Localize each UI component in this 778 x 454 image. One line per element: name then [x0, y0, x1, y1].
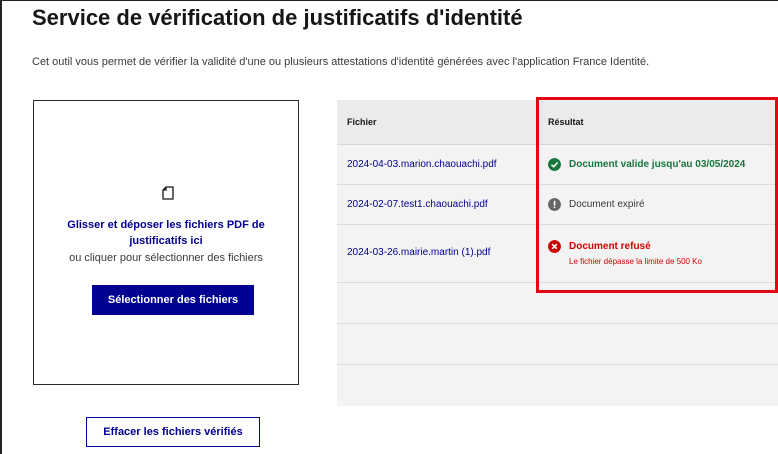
check-circle-icon	[548, 158, 561, 171]
table-header: Fichier Résultat	[337, 100, 778, 145]
clear-verified-files-button[interactable]: Effacer les fichiers vérifiés	[86, 417, 260, 447]
result-cell: Document expiré	[548, 198, 645, 211]
file-dropzone[interactable]: Glisser et déposer les fichiers PDF de j…	[33, 100, 299, 385]
result-detail: Le fichier dépasse la limite de 500 Ko	[569, 257, 702, 266]
table-row: 2024-03-26.mairie.martin (1).pdf Documen…	[337, 225, 778, 283]
select-files-button[interactable]: Sélectionner des fichiers	[92, 285, 254, 315]
result-text: Document valide jusqu'au 03/05/2024	[569, 159, 746, 170]
file-name: 2024-02-07.test1.chaouachi.pdf	[347, 199, 488, 210]
results-table: Fichier Résultat 2024-04-03.marion.chaou…	[337, 100, 778, 406]
result-text: Document refusé	[569, 241, 651, 252]
table-row-empty	[337, 283, 778, 324]
result-cell: Document valide jusqu'au 03/05/2024	[548, 158, 745, 171]
table-row: 2024-04-03.marion.chaouachi.pdf Document…	[337, 145, 778, 185]
page-title: Service de vérification de justificatifs…	[32, 5, 523, 30]
alert-circle-icon	[548, 198, 561, 211]
dropzone-subtitle: ou cliquer pour sélectionner des fichier…	[69, 252, 263, 264]
file-name: 2024-03-26.mairie.martin (1).pdf	[347, 247, 491, 258]
file-name: 2024-04-03.marion.chaouachi.pdf	[347, 159, 497, 170]
page-intro: Cet outil vous permet de vérifier la val…	[32, 56, 650, 68]
result-text: Document expiré	[569, 199, 645, 210]
table-row-empty	[337, 324, 778, 365]
table-row-empty	[337, 365, 778, 406]
table-row: 2024-02-07.test1.chaouachi.pdf Document …	[337, 185, 778, 225]
column-header-result: Résultat	[548, 117, 584, 127]
dropzone-title: Glisser et déposer les fichiers PDF de j…	[67, 219, 265, 247]
close-circle-icon	[548, 240, 561, 253]
document-icon	[162, 186, 174, 200]
result-cell: Document refusé Le fichier dépasse la li…	[548, 240, 702, 266]
column-header-file: Fichier	[347, 117, 377, 127]
